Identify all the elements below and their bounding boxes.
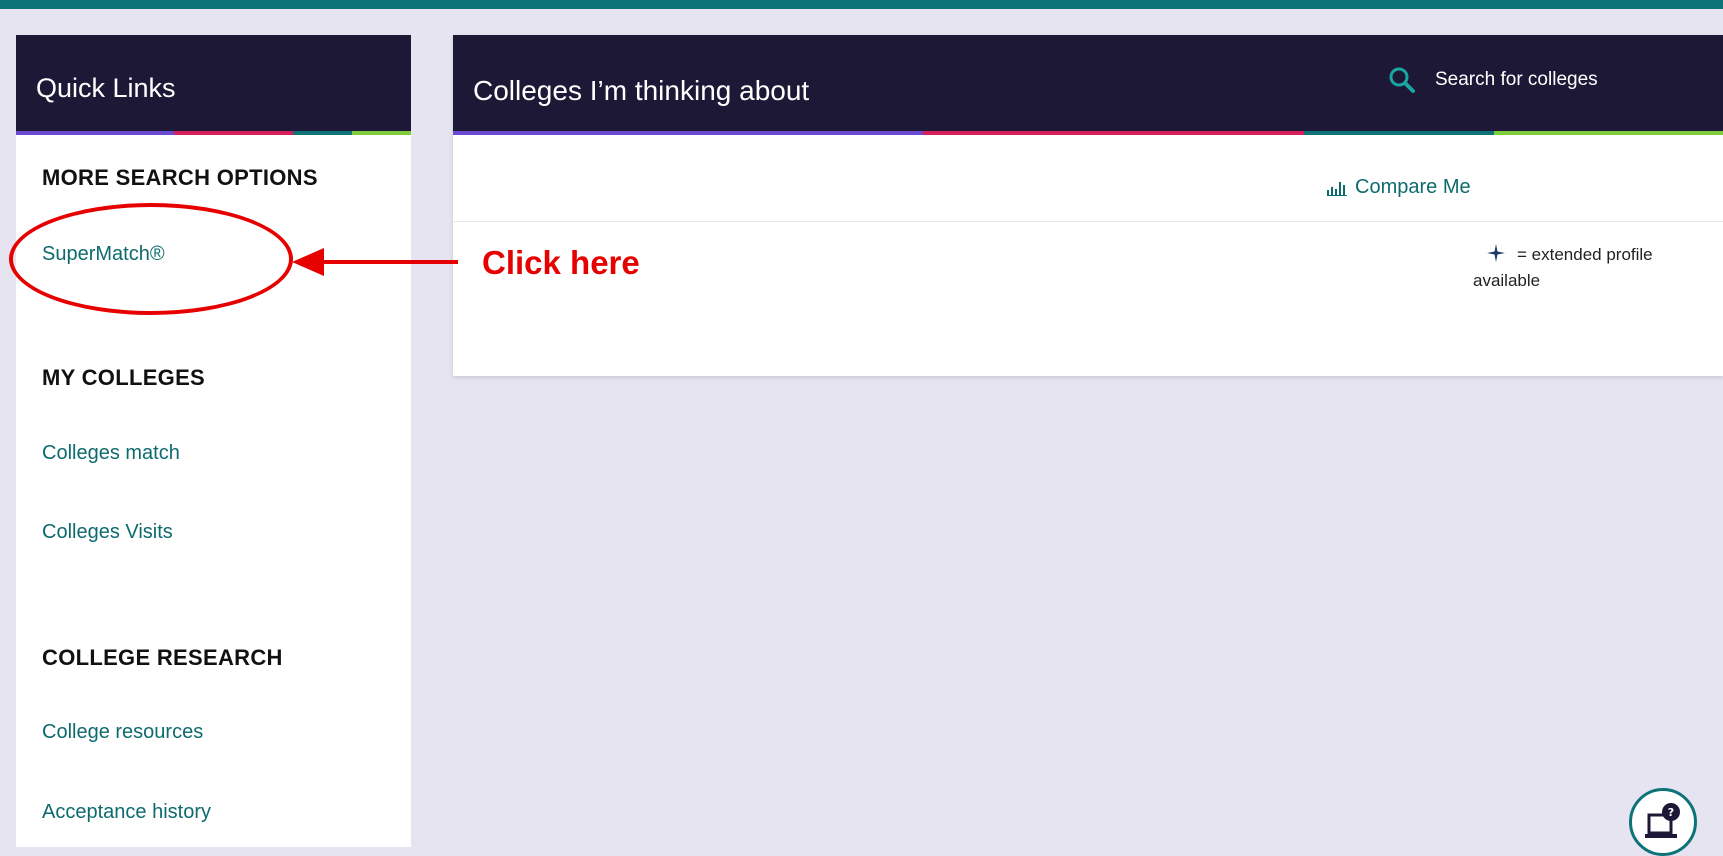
acceptance-history-link[interactable]: Acceptance history [42,801,211,824]
colleges-match-link[interactable]: Colleges match [42,442,180,465]
college-resources-link[interactable]: College resources [42,721,203,744]
annotation-label: Click here [482,244,640,281]
search-colleges-link[interactable]: Search for colleges [1387,65,1598,95]
panel-title: Colleges I’m thinking about [473,75,810,106]
colleges-thinking-header: Colleges I’m thinking about Search for c… [453,35,1723,135]
compare-row: Compare Me [453,135,1723,222]
bar-chart-icon [1327,181,1347,196]
svg-text:?: ? [1668,806,1674,819]
laptop-help-icon: ? [1645,803,1680,838]
section-heading-more-search-options: MORE SEARCH OPTIONS [42,165,318,190]
colleges-thinking-panel: Colleges I’m thinking about Search for c… [453,35,1723,376]
compare-me-label: Compare Me [1355,176,1471,198]
colleges-visits-link[interactable]: Colleges Visits [42,521,173,544]
top-accent-bar [0,0,1723,9]
quick-links-sidebar: Quick Links MORE SEARCH OPTIONS SuperMat… [16,35,411,847]
section-heading-college-research: COLLEGE RESEARCH [42,645,283,670]
section-heading-my-colleges: MY COLLEGES [42,365,206,390]
help-chat-button[interactable]: ? [1629,788,1697,856]
quick-links-title: Quick Links [36,73,176,103]
sparkle-icon [1487,244,1505,262]
color-stripe [16,131,411,135]
search-icon [1389,67,1415,93]
compare-me-link[interactable]: Compare Me [1327,176,1471,199]
annotation-ellipse [9,203,293,315]
extended-profile-legend: = extended profile available [1473,242,1693,294]
annotation-arrow-icon [292,248,458,276]
quick-links-header: Quick Links [16,35,411,135]
search-colleges-label: Search for colleges [1435,69,1598,90]
